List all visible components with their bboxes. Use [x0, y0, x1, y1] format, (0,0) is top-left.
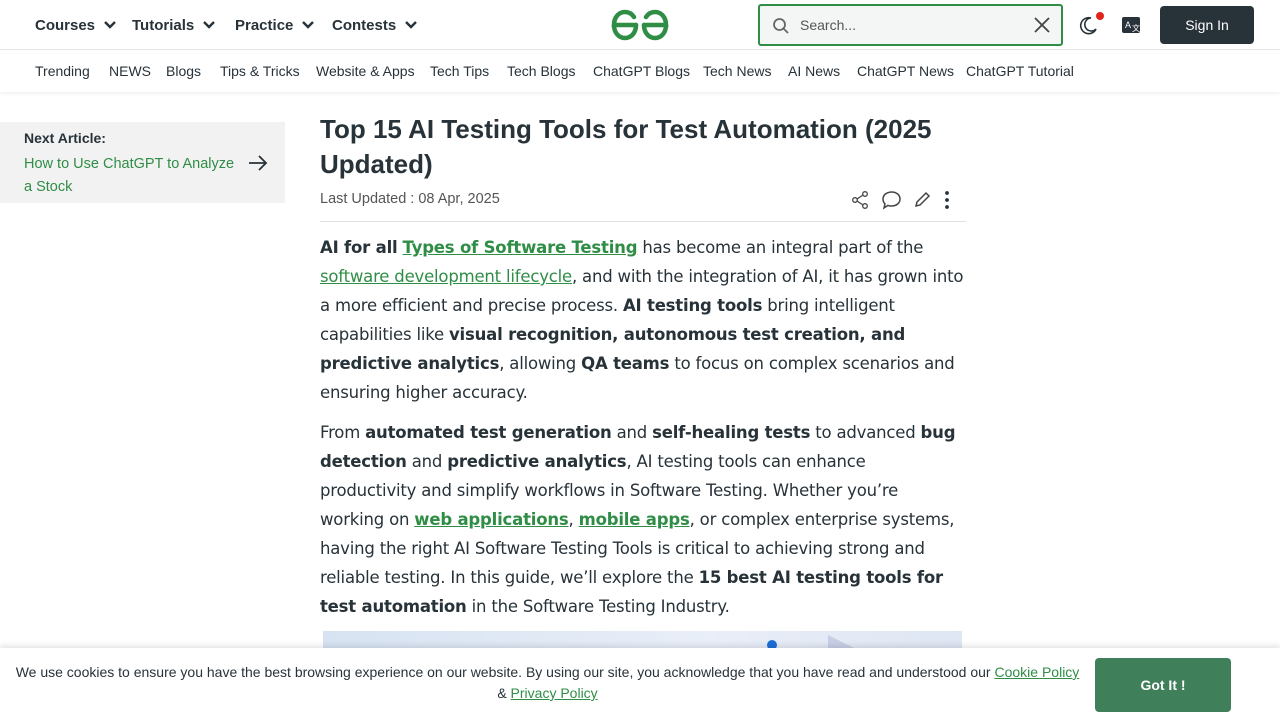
- last-updated: Last Updated : 08 Apr, 2025: [320, 191, 500, 207]
- cookie-banner: We use cookies to ensure you have the be…: [0, 648, 1280, 720]
- subnav-item-news[interactable]: NEWS: [109, 63, 151, 79]
- menu-contests[interactable]: Contests: [332, 0, 418, 50]
- subnav-item-tips-tricks[interactable]: Tips & Tricks: [220, 63, 300, 79]
- share-icon[interactable]: [850, 190, 870, 214]
- svg-text:A: A: [1125, 20, 1131, 30]
- cookie-message: We use cookies to ensure you have the be…: [10, 662, 1085, 704]
- search-icon[interactable]: [772, 17, 790, 39]
- menu-label: Courses: [35, 16, 96, 34]
- chevron-down-icon: [103, 17, 117, 34]
- top-header: Courses Tutorials Practice Contests Sear…: [0, 0, 1280, 50]
- web-applications-link[interactable]: web applications: [414, 510, 568, 529]
- sign-in-button[interactable]: Sign In: [1160, 6, 1254, 44]
- bold-text: AI testing tools: [622, 296, 763, 315]
- subnav-item-blogs[interactable]: Blogs: [166, 63, 201, 79]
- second-paragraph: From automated test generation and self-…: [320, 418, 966, 621]
- search-input[interactable]: [800, 14, 1020, 36]
- next-article-heading: Next Article:: [24, 130, 106, 146]
- menu-practice[interactable]: Practice: [235, 0, 315, 50]
- subnav-item-chatgpt-tutorial[interactable]: ChatGPT Tutorial: [966, 63, 1074, 79]
- comment-icon[interactable]: [881, 190, 902, 214]
- subnav-item-tech-tips[interactable]: Tech Tips: [430, 63, 489, 79]
- subnav-item-chatgpt-news[interactable]: ChatGPT News: [857, 63, 954, 79]
- intro-paragraph: AI for all Types of Software Testing has…: [320, 233, 966, 407]
- menu-label: Practice: [235, 16, 294, 34]
- text: ,: [568, 510, 579, 529]
- more-options-icon[interactable]: [940, 190, 954, 214]
- subnav-item-trending[interactable]: Trending: [35, 63, 90, 79]
- bold-text: AI for all: [320, 238, 398, 257]
- text: We use cookies to ensure you have the be…: [15, 664, 995, 680]
- search-box: [758, 4, 1063, 46]
- close-icon[interactable]: [1033, 16, 1051, 38]
- edit-pencil-icon[interactable]: [913, 190, 931, 214]
- sdlc-link[interactable]: software development lifecycle: [320, 267, 572, 286]
- chevron-down-icon: [404, 17, 418, 34]
- article-meta: Last Updated : 08 Apr, 2025: [320, 188, 966, 222]
- subnav-item-tech-news[interactable]: Tech News: [703, 63, 771, 79]
- text: &: [497, 685, 511, 701]
- menu-label: Tutorials: [132, 16, 195, 34]
- translate-icon[interactable]: A文: [1120, 14, 1142, 36]
- next-article-link[interactable]: How to Use ChatGPT to Analyze a Stock: [24, 153, 239, 199]
- article: Top 15 AI Testing Tools for Test Automat…: [320, 112, 966, 621]
- types-of-software-testing-link[interactable]: Types of Software Testing: [403, 238, 638, 257]
- mobile-apps-link[interactable]: mobile apps: [579, 510, 690, 529]
- privacy-policy-link[interactable]: Privacy Policy: [511, 685, 598, 701]
- text: has become an integral part of the: [637, 238, 924, 257]
- gfg-logo-icon[interactable]: [609, 8, 671, 42]
- text: and: [406, 452, 448, 471]
- cookie-policy-link[interactable]: Cookie Policy: [994, 664, 1079, 680]
- text: in the Software Testing Industry.: [466, 597, 730, 616]
- bold-text: predictive analytics: [447, 452, 627, 471]
- bold-text: QA teams: [581, 354, 670, 373]
- menu-courses[interactable]: Courses: [35, 0, 117, 50]
- notification-dot: [1096, 12, 1104, 20]
- text: and: [611, 423, 653, 442]
- subnav-item-ai-news[interactable]: AI News: [788, 63, 840, 79]
- bold-text: self-healing tests: [652, 423, 811, 442]
- menu-label: Contests: [332, 16, 397, 34]
- text: to advanced: [810, 423, 921, 442]
- text: , allowing: [499, 354, 582, 373]
- subnav-item-tech-blogs[interactable]: Tech Blogs: [507, 63, 575, 79]
- article-title: Top 15 AI Testing Tools for Test Automat…: [320, 114, 932, 179]
- arrow-right-icon[interactable]: [247, 153, 269, 177]
- got-it-button[interactable]: Got It !: [1095, 658, 1231, 712]
- sub-navigation: Trending NEWS Blogs Tips & Tricks Websit…: [0, 51, 1280, 92]
- next-article-card: Next Article: How to Use ChatGPT to Anal…: [0, 122, 285, 203]
- menu-tutorials[interactable]: Tutorials: [132, 0, 216, 50]
- chevron-down-icon: [301, 17, 315, 34]
- svg-text:文: 文: [1132, 23, 1140, 33]
- text: From: [320, 423, 366, 442]
- subnav-item-chatgpt-blogs[interactable]: ChatGPT Blogs: [593, 63, 690, 79]
- chevron-down-icon: [202, 17, 216, 34]
- bold-text: automated test generation: [365, 423, 612, 442]
- subnav-item-website-apps[interactable]: Website & Apps: [316, 63, 415, 79]
